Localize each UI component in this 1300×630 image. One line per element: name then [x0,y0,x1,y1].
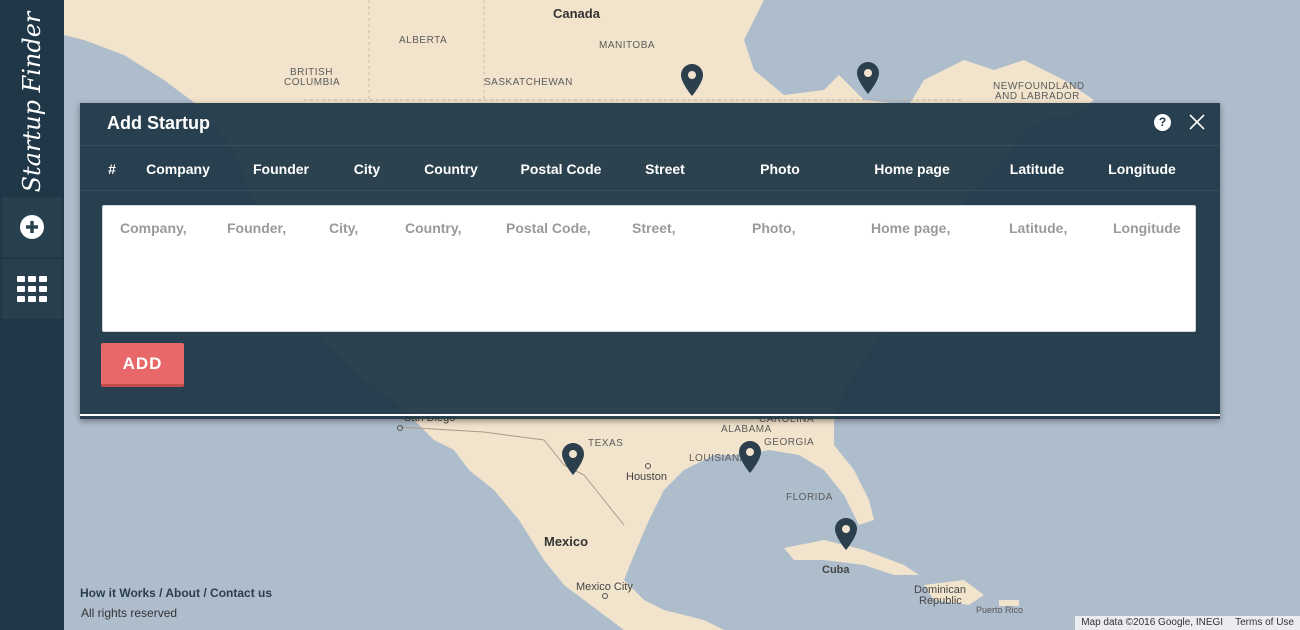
how-it-works-link[interactable]: How it Works [80,586,156,600]
placeholder-founder: Founder, [227,220,287,236]
map-attribution: Map data ©2016 Google, INEGI Terms of Us… [1075,616,1300,630]
label-puerto-rico: Puerto Rico [976,605,1024,615]
add-startup-dialog: Add Startup ? # Company Founder City Cou… [80,103,1220,419]
footer-separator: / [155,586,166,600]
map-pin-icon[interactable] [562,443,584,475]
label-florida: FLORIDA [786,492,833,503]
map-pin-icon[interactable] [681,64,703,96]
placeholder-postal-code: Postal Code, [506,220,591,236]
label-cuba: Cuba [822,564,850,576]
label-saskatchewan: SASKATCHEWAN [484,77,573,88]
placeholder-photo: Photo, [752,220,796,236]
map-pin-icon[interactable] [835,518,857,550]
placeholder-city: City, [329,220,359,236]
placeholder-latitude: Latitude, [1009,220,1068,236]
brand-logo[interactable]: Startup Finder [18,12,46,193]
placeholder-street: Street, [632,220,676,236]
column-header-index: # [108,161,116,177]
label-mexico-city: Mexico City [576,581,633,593]
label-texas: TEXAS [588,438,624,449]
label-georgia: GEORGIA [764,437,815,448]
column-header-founder: Founder [253,161,309,177]
contact-us-link[interactable]: Contact us [210,586,272,600]
column-header-street: Street [645,161,685,177]
column-header-row: # Company Founder City Country Postal Co… [80,145,1220,191]
grid-icon [17,276,47,302]
add-startup-button[interactable] [2,197,62,257]
placeholder-country: Country, [405,220,462,236]
column-header-city: City [353,161,381,177]
label-alabama: ALABAMA [721,424,772,435]
label-mexico: Mexico [544,534,589,549]
footer-links: How it Works / About / Contact us [80,586,272,600]
column-header-home-page: Home page [874,161,950,177]
label-manitoba: MANITOBA [599,40,656,51]
map-pin-icon[interactable] [857,62,879,94]
startup-data-input[interactable]: Company, Founder, City, Country, Postal … [102,205,1196,332]
brand: Startup Finder [0,0,64,196]
list-view-button[interactable] [2,259,62,319]
label-newfoundland-2: AND LABRADOR [995,91,1080,102]
sidebar: Startup Finder [0,0,64,630]
dialog-divider [80,414,1220,416]
label-alberta: ALBERTA [399,35,448,46]
column-header-latitude: Latitude [1009,161,1065,177]
dialog-title: Add Startup [107,113,210,133]
column-header-country: Country [424,161,478,177]
map-pin-icon[interactable] [739,441,761,473]
footer-separator: / [200,586,211,600]
about-link[interactable]: About [165,586,200,600]
column-header-longitude: Longitude [1108,161,1176,177]
placeholder-home-page: Home page, [871,220,951,236]
column-header-company: Company [146,161,210,177]
column-header-postal-code: Postal Code [520,161,602,177]
close-icon[interactable] [1188,113,1206,131]
label-canada: Canada [553,6,600,21]
label-dominican-2: Republic [919,595,962,607]
help-icon[interactable]: ? [1154,114,1171,131]
add-button[interactable]: ADD [101,343,184,387]
placeholder-company: Company, [120,220,187,236]
plus-circle-icon [20,215,44,239]
rights-text: All rights reserved [81,606,178,620]
terms-of-use-link[interactable]: Terms of Use [1235,617,1294,629]
label-houston: Houston [626,471,667,483]
map-data-text: Map data ©2016 Google, INEGI [1081,617,1224,628]
placeholder-longitude: Longitude [1113,220,1181,236]
label-british-columbia-2: COLUMBIA [284,77,341,88]
column-header-photo: Photo [760,161,800,177]
